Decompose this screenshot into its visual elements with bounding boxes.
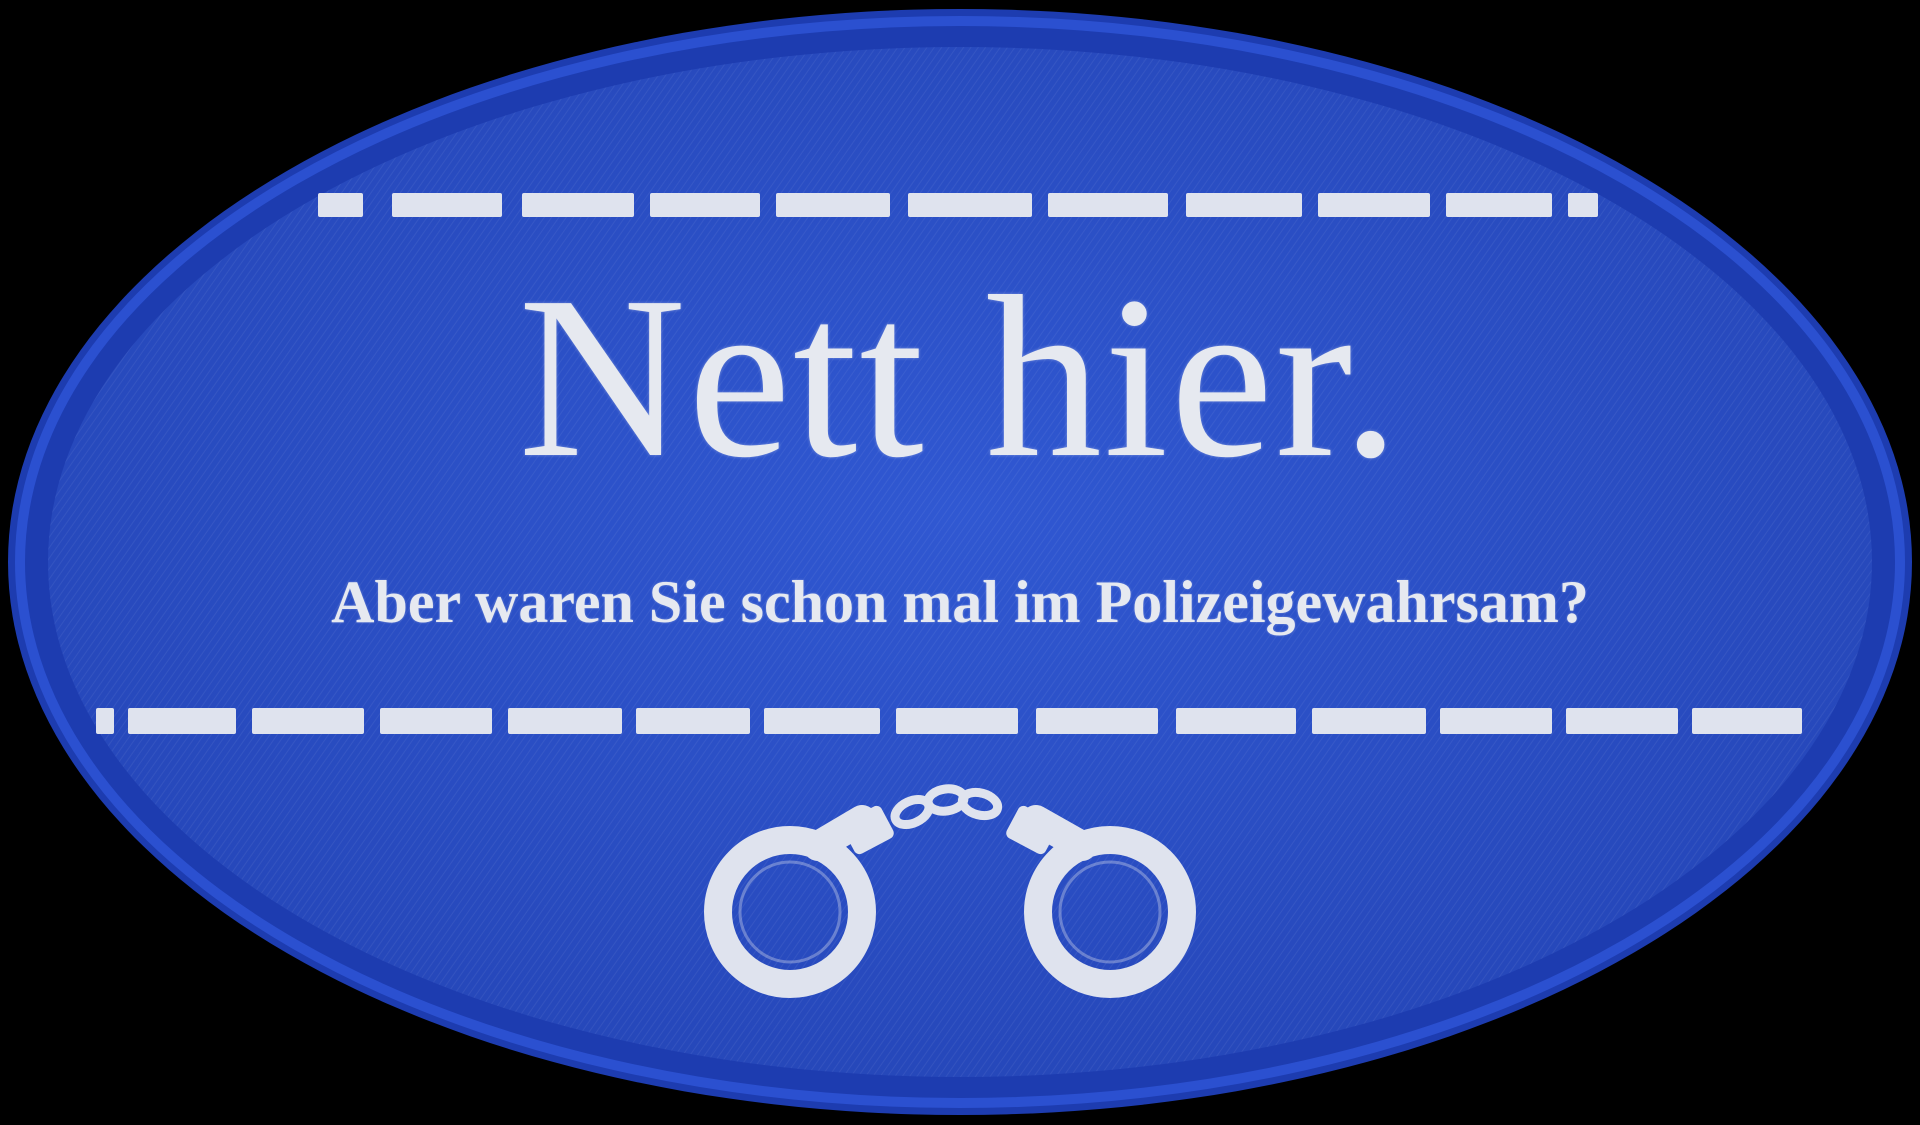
bottom-dashed-line xyxy=(96,708,1802,734)
oval-patch xyxy=(8,9,1912,1115)
photo-stage: Nett hier. Aber waren Sie schon mal im P… xyxy=(0,0,1920,1125)
patch-subline: Aber waren Sie schon mal im Polizeigewah… xyxy=(331,569,1589,635)
patch-headline: Nett hier. xyxy=(518,249,1402,506)
